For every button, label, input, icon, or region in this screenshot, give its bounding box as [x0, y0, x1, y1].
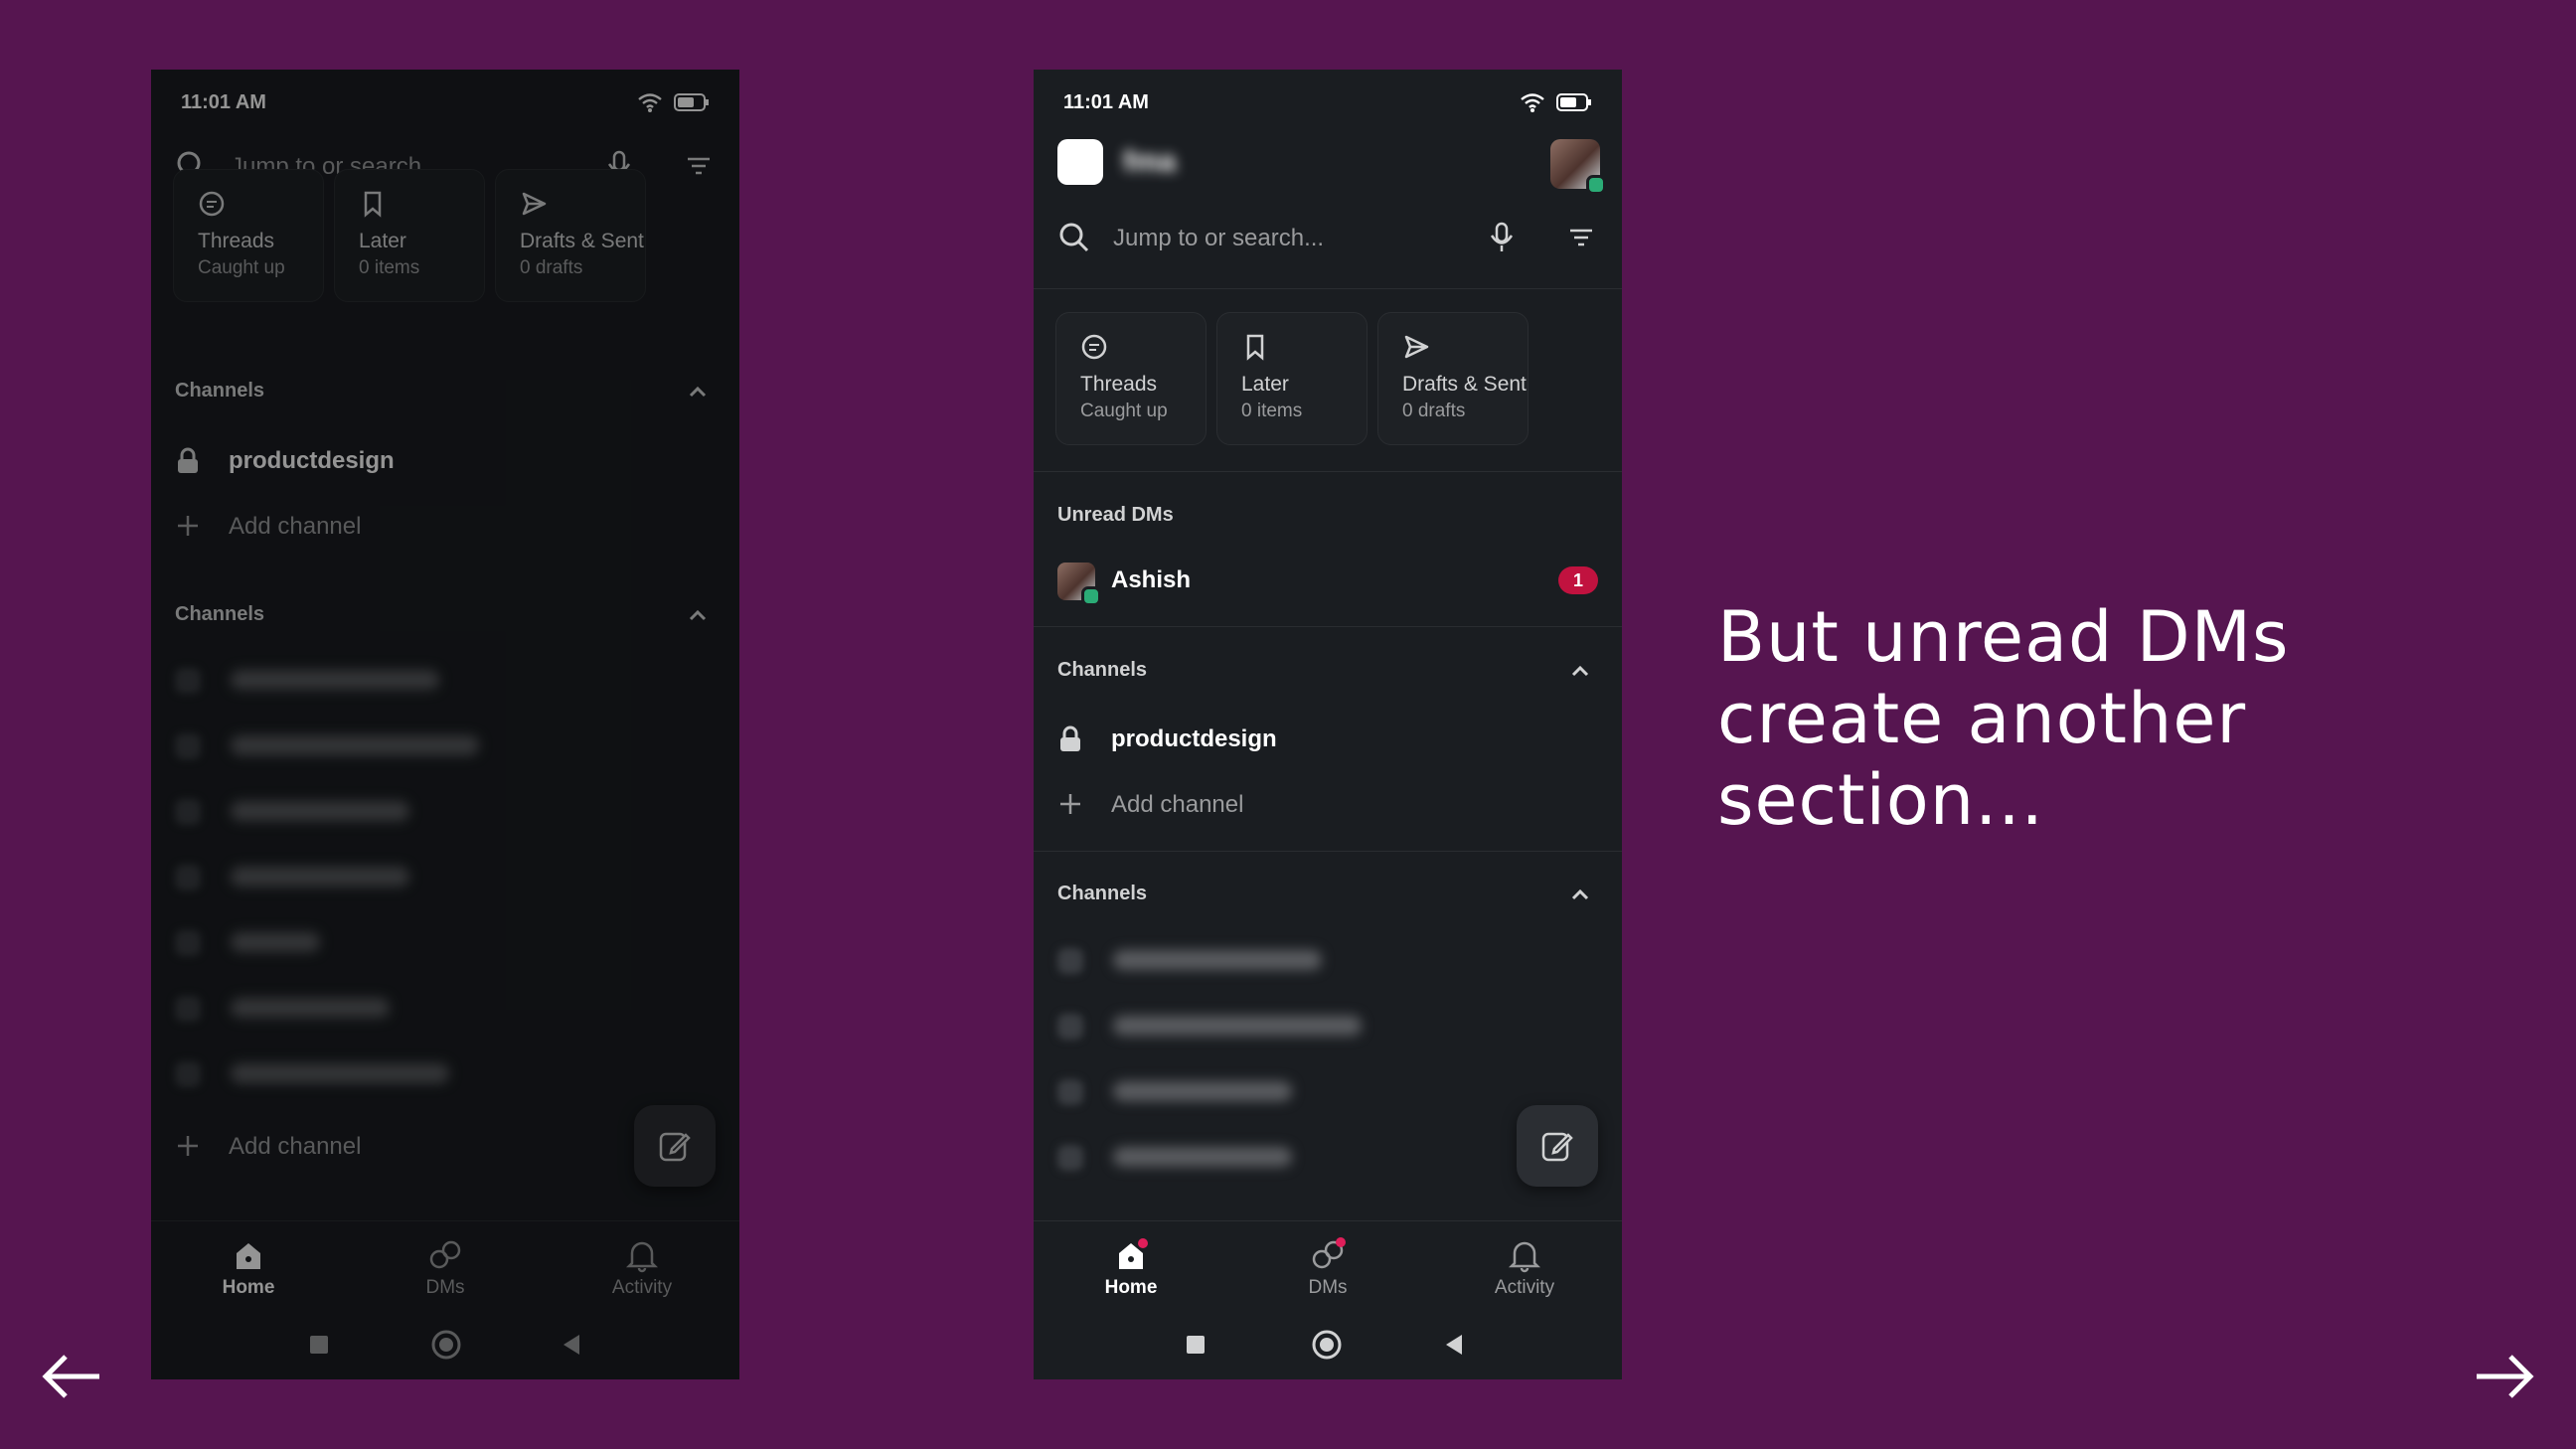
- phone-screen-right: 11:01 AM fma Jump to or search... Thread…: [1034, 70, 1622, 1379]
- workspace-name[interactable]: fma: [1123, 145, 1176, 179]
- recents-icon[interactable]: [1183, 1332, 1208, 1358]
- search-bar[interactable]: Jump to or search...: [1034, 203, 1622, 272]
- tab-label: Home: [1104, 1277, 1158, 1298]
- card-title: Drafts & Sent: [1402, 373, 1527, 396]
- tab-dms[interactable]: DMs: [1268, 1237, 1387, 1299]
- dim-overlay: [151, 70, 739, 1379]
- home-nav-icon[interactable]: [1310, 1328, 1344, 1362]
- plus-icon: [1060, 794, 1080, 814]
- card-subtitle: 0 items: [1241, 401, 1303, 421]
- workspace-icon[interactable]: [1057, 139, 1103, 185]
- send-icon: [1404, 335, 1429, 359]
- battery-icon: [1556, 93, 1591, 112]
- card-title: Later: [1241, 373, 1289, 396]
- drafts-card[interactable]: Drafts & Sent 0 drafts: [1377, 312, 1529, 445]
- channel-row[interactable]: productdesign: [1057, 716, 1598, 763]
- card-subtitle: 0 drafts: [1402, 401, 1466, 421]
- divider: [1034, 851, 1622, 852]
- unread-dms-header[interactable]: Unread DMs: [1057, 504, 1174, 527]
- threads-icon: [1081, 334, 1107, 360]
- online-indicator: [1081, 586, 1101, 606]
- bottom-tab-bar: Home DMs Activity: [1034, 1220, 1622, 1311]
- add-channel-label: Add channel: [1111, 791, 1244, 818]
- search-placeholder: Jump to or search...: [1113, 225, 1325, 251]
- tab-activity[interactable]: Activity: [1465, 1237, 1584, 1299]
- tab-home[interactable]: Home: [1071, 1237, 1191, 1299]
- dm-row[interactable]: Ashish 1: [1057, 557, 1598, 606]
- bell-icon: [1508, 1241, 1541, 1273]
- slide-caption: But unread DMs create another section...: [1717, 596, 2413, 841]
- back-icon[interactable]: [1441, 1332, 1467, 1358]
- divider: [1034, 471, 1622, 472]
- prev-arrow-icon[interactable]: [40, 1352, 103, 1401]
- channels-header[interactable]: Channels: [1057, 659, 1147, 682]
- divider: [1034, 288, 1622, 289]
- divider: [1034, 626, 1622, 627]
- dm-name: Ashish: [1111, 566, 1192, 593]
- online-indicator: [1586, 175, 1606, 195]
- card-subtitle: Caught up: [1080, 401, 1168, 421]
- next-arrow-icon[interactable]: [2473, 1352, 2536, 1401]
- later-card[interactable]: Later 0 items: [1216, 312, 1368, 445]
- caption-line: create another: [1717, 678, 2247, 759]
- channel-name: productdesign: [1111, 725, 1277, 752]
- compose-icon: [1541, 1132, 1573, 1162]
- status-icons: [1520, 91, 1592, 113]
- wifi-icon: [1521, 93, 1544, 113]
- mic-icon[interactable]: [1487, 221, 1517, 254]
- add-channel-row[interactable]: Add channel: [1057, 781, 1598, 829]
- tab-label: Activity: [1494, 1277, 1555, 1298]
- bookmark-icon: [1246, 334, 1264, 361]
- compose-button[interactable]: [1517, 1105, 1598, 1187]
- dms-icon: [1312, 1237, 1346, 1269]
- threads-card[interactable]: Threads Caught up: [1055, 312, 1207, 445]
- unread-badge: 1: [1558, 566, 1598, 594]
- lock-icon: [1060, 725, 1080, 751]
- phone-screen-left: 11:01 AM Jump to or search... Threads Ca…: [151, 70, 739, 1379]
- status-time: 11:01 AM: [1063, 91, 1149, 113]
- profile-avatar[interactable]: [1550, 139, 1606, 195]
- chevron-up-icon[interactable]: [1568, 659, 1592, 683]
- home-icon: [1119, 1238, 1148, 1269]
- filter-icon[interactable]: [1566, 221, 1596, 254]
- search-icon: [1059, 223, 1089, 252]
- chevron-up-icon[interactable]: [1568, 883, 1592, 906]
- android-nav-bar: [1034, 1322, 1622, 1379]
- card-title: Threads: [1080, 373, 1158, 396]
- tab-label: DMs: [1308, 1277, 1348, 1298]
- caption-line: section...: [1717, 759, 2044, 841]
- channels-header-2[interactable]: Channels: [1057, 883, 1147, 905]
- caption-line: But unread DMs: [1717, 596, 2290, 678]
